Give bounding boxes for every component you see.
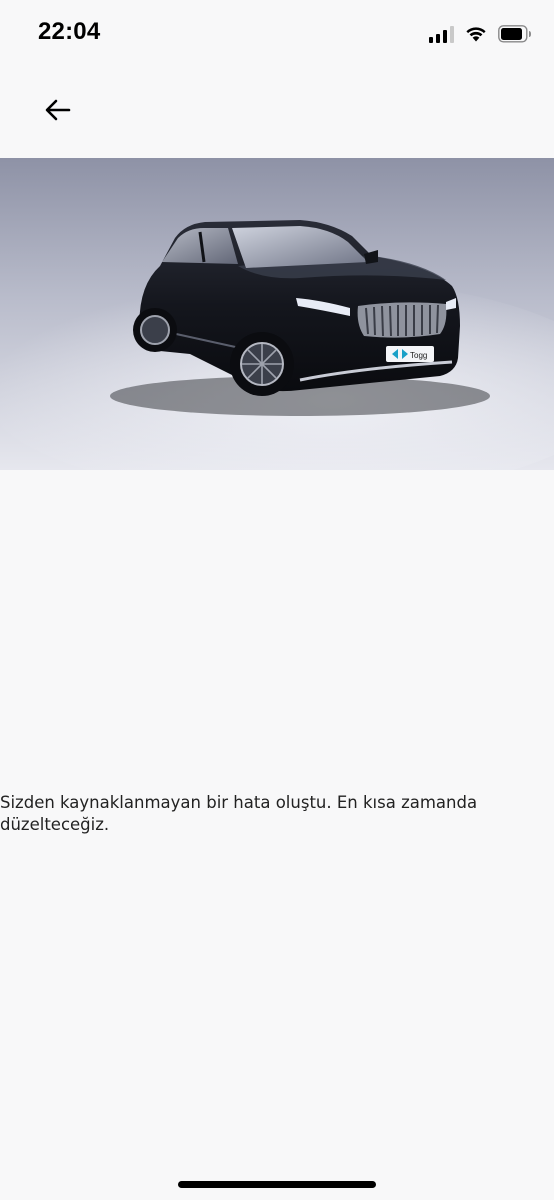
arrow-left-icon <box>45 99 71 121</box>
status-time: 22:04 <box>38 18 101 45</box>
status-icons <box>429 22 532 46</box>
error-message: Sizden kaynaklanmayan bir hata oluştu. E… <box>0 793 478 834</box>
black-suv-car-image: Togg <box>0 158 554 470</box>
hero-image: Togg <box>0 158 554 470</box>
status-bar: 22:04 <box>0 0 554 64</box>
back-button[interactable] <box>38 90 78 130</box>
home-indicator[interactable] <box>178 1181 376 1188</box>
wifi-icon <box>466 27 486 42</box>
cellular-signal-icon <box>429 25 454 43</box>
navigation-bar <box>0 64 554 156</box>
app-screen: 22:04 Togg Sizden kaynaklanmayan bir hat… <box>0 0 554 1200</box>
togg-badge: Togg <box>410 351 427 360</box>
battery-icon <box>498 25 531 43</box>
